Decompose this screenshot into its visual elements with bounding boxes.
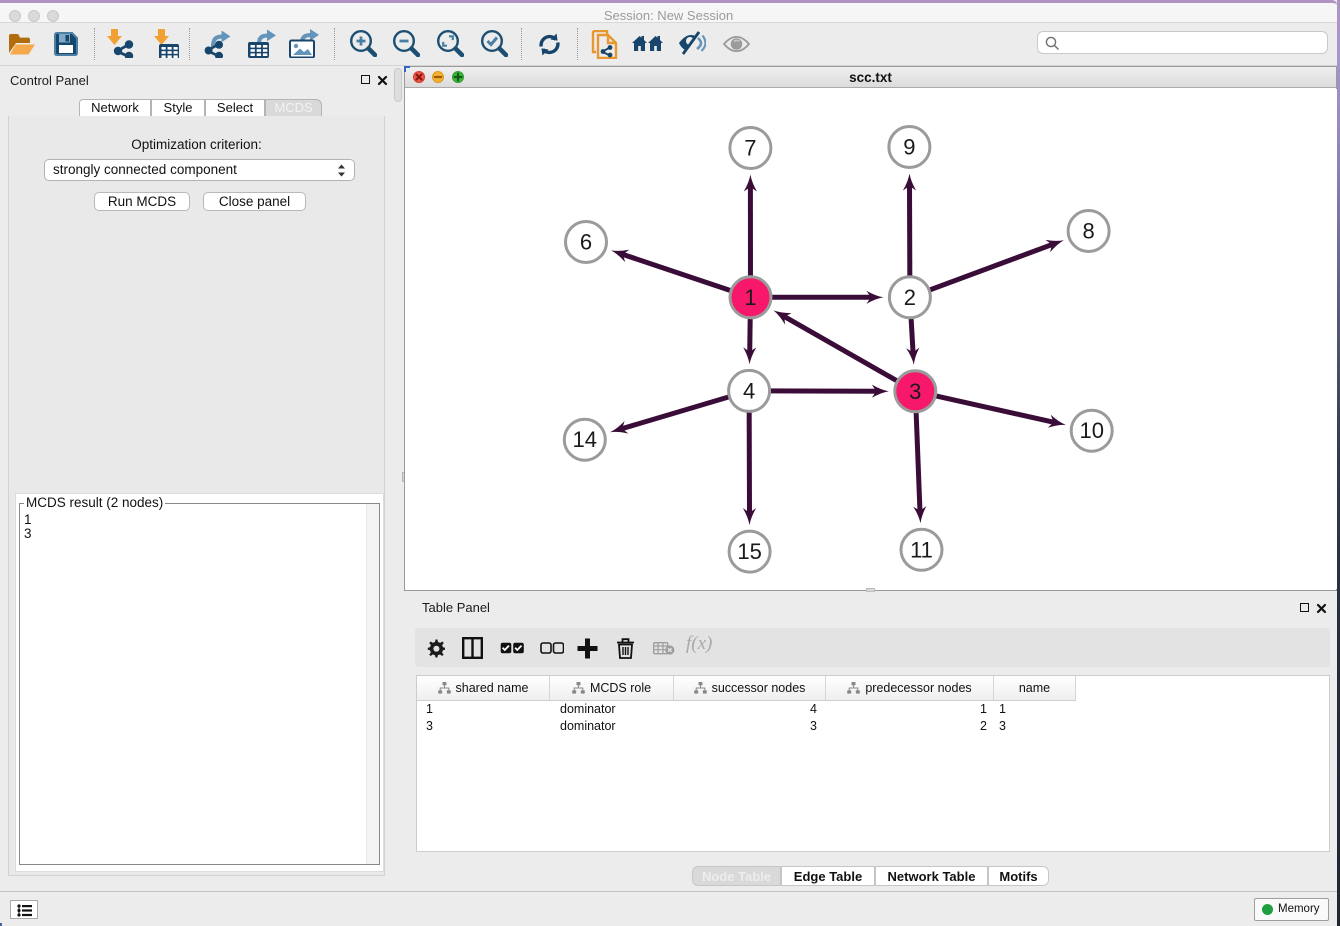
svg-text:1: 1	[744, 285, 756, 310]
svg-text:14: 14	[573, 427, 597, 452]
svg-text:6: 6	[580, 230, 592, 255]
svg-text:11: 11	[910, 537, 933, 562]
svg-text:2: 2	[904, 285, 916, 310]
svg-text:7: 7	[744, 136, 756, 161]
svg-text:8: 8	[1082, 219, 1094, 244]
svg-text:4: 4	[743, 378, 755, 403]
svg-text:15: 15	[737, 539, 761, 564]
svg-text:9: 9	[903, 135, 915, 160]
svg-text:10: 10	[1079, 418, 1103, 443]
svg-text:3: 3	[909, 379, 921, 404]
